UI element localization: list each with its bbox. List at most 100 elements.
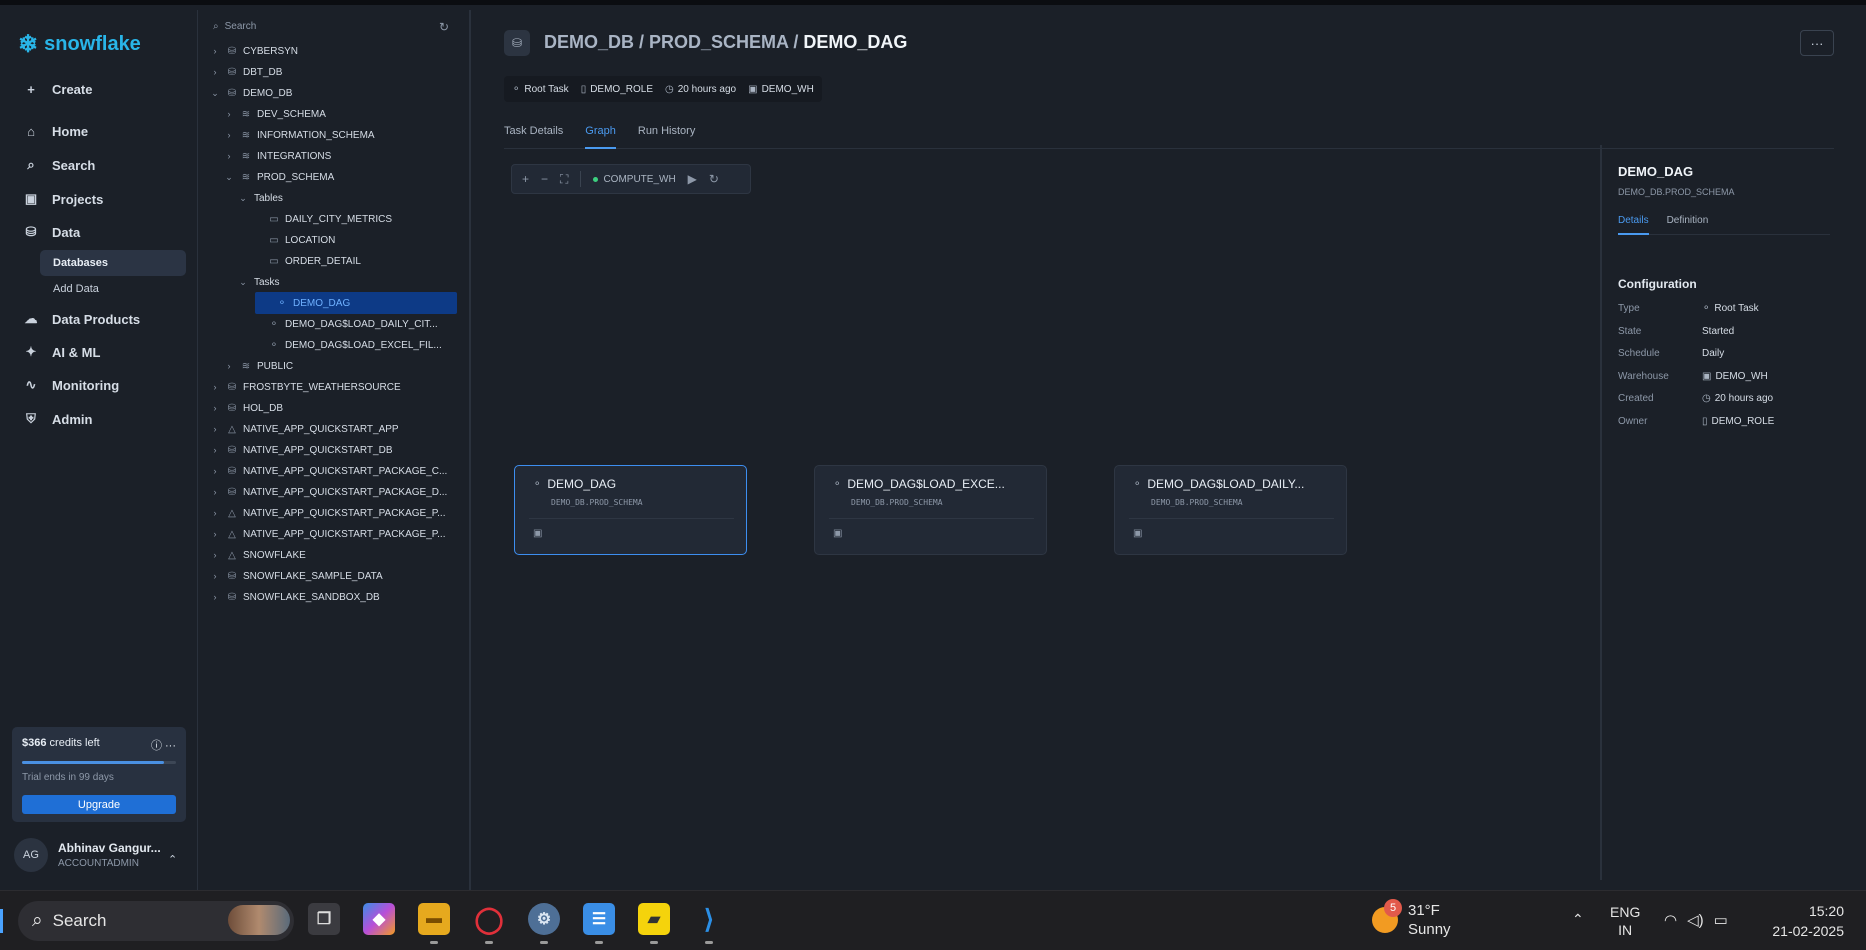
nav-ai-ml[interactable]: ✦ AI & ML [24,344,101,360]
tab-task-details[interactable]: Task Details [504,120,563,149]
file-explorer-icon[interactable]: ▬ [418,903,450,935]
tree-item[interactable]: › ⛁ FROSTBYTE_WEATHERSOURCE [209,376,401,398]
opera-browser-icon[interactable]: ◯ [473,903,505,935]
zoom-in-icon[interactable]: + [522,172,529,186]
tree-item[interactable]: › ⛁ CYBERSYN [209,40,299,62]
fit-screen-icon[interactable]: ⛶ [560,172,568,187]
settings-gear-icon[interactable]: ⚙ [528,903,560,935]
graph-node-load-daily[interactable]: ⚬ DEMO_DAG$LOAD_DAILY... DEMO_DB.PROD_SCH… [1114,465,1347,555]
chevron-down-icon[interactable]: ⌄ [209,88,221,99]
chevron-right-icon[interactable]: › [209,67,221,77]
tab-graph[interactable]: Graph [585,120,616,149]
nav-search[interactable]: ⌕ Search [24,157,95,173]
chevron-right-icon[interactable]: › [209,46,221,56]
tree-item[interactable]: › ⛁ SNOWFLAKE_SAMPLE_DATA [209,565,383,587]
chevron-up-icon[interactable]: ⌃ [1572,911,1584,928]
chevron-right-icon[interactable]: › [209,424,221,434]
meta-role[interactable]: ▯ DEMO_ROLE [581,84,653,95]
chevron-right-icon[interactable]: › [209,550,221,560]
notepad-icon[interactable]: ☰ [583,903,615,935]
tree-item[interactable]: › ≋ DEV_SCHEMA [223,103,326,125]
clock[interactable]: 15:20 21-02-2025 [1764,901,1844,941]
nav-monitoring[interactable]: ∿ Monitoring [24,377,120,393]
tree-item[interactable]: ⌄ Tasks [237,271,279,293]
chevron-right-icon[interactable]: › [209,529,221,539]
tree-item[interactable]: › ⛁ DBT_DB [209,61,283,83]
nav-projects[interactable]: ▣ Projects [24,191,103,207]
system-tray[interactable]: ◠ ◁) ▭ [1664,911,1728,929]
tree-item[interactable]: › ≋ INTEGRATIONS [223,145,332,167]
copilot-icon[interactable]: ◆ [363,903,395,935]
vscode-icon[interactable]: ⟩ [693,903,725,935]
tree-item[interactable]: ▭ DAILY_CITY_METRICS [251,208,392,230]
snowflake-logo[interactable]: ❄ snowflake [18,30,141,59]
chevron-down-icon[interactable]: ⌄ [237,193,249,204]
nav-data-products[interactable]: ☁ Data Products [24,311,141,327]
tree-item[interactable]: ▭ LOCATION [251,229,335,251]
tab-run-history[interactable]: Run History [638,120,695,149]
chevron-right-icon[interactable]: › [209,382,221,392]
tree-item[interactable]: › △ NATIVE_APP_QUICKSTART_PACKAGE_P... [209,502,446,524]
upgrade-button[interactable]: Upgrade [22,795,176,814]
chevron-right-icon[interactable]: › [223,361,235,371]
user-menu[interactable]: AG Abhinav Gangur... ACCOUNTADMIN [14,838,161,872]
tree-item[interactable]: › ⛁ HOL_DB [209,397,284,419]
more-icon[interactable]: ··· [165,740,176,752]
chevron-down-icon[interactable]: ⌄ [237,277,249,288]
tree-item[interactable]: › ≋ INFORMATION_SCHEMA [223,124,375,146]
chevron-right-icon[interactable]: › [209,466,221,476]
nav-databases[interactable]: Databases [40,250,186,276]
tree-item[interactable]: › △ SNOWFLAKE [209,544,306,566]
breadcrumb-schema[interactable]: PROD_SCHEMA [649,32,788,52]
create-button[interactable]: + Create [24,82,92,97]
tree-item[interactable]: ⌄ ≋ PROD_SCHEMA [223,166,334,188]
tree-item[interactable]: ⚬ DEMO_DAG$LOAD_DAILY_CIT... [251,313,438,335]
chevron-right-icon[interactable]: › [223,130,235,140]
tree-item[interactable]: ⚬ DEMO_DAG [255,292,457,314]
tree-item[interactable]: › △ NATIVE_APP_QUICKSTART_PACKAGE_P... [209,523,446,545]
tab-definition[interactable]: Definition [1667,215,1709,234]
meta-warehouse[interactable]: ▣ DEMO_WH [748,84,814,95]
tree-search-input[interactable]: ⌕ Search [213,21,453,32]
nav-home[interactable]: ⌂ Home [24,124,88,139]
tree-item[interactable]: ▭ ORDER_DETAIL [251,250,361,272]
warehouse-selector[interactable]: COMPUTE_WH [593,174,676,185]
sticky-notes-icon[interactable]: ▰ [638,903,670,935]
tree-item[interactable]: ⌄ Tables [237,187,283,209]
chevron-right-icon[interactable]: › [223,151,235,161]
graph-node-demo-dag[interactable]: ⚬ DEMO_DAG DEMO_DB.PROD_SCHEMA ▣ [514,465,747,555]
chevron-right-icon[interactable]: › [209,592,221,602]
info-icon[interactable]: ⓘ [151,740,162,752]
tab-details[interactable]: Details [1618,215,1649,235]
chevron-down-icon[interactable]: ⌄ [223,172,235,183]
tree-item[interactable]: › ⛁ NATIVE_APP_QUICKSTART_PACKAGE_C... [209,460,448,482]
nav-data[interactable]: ⛁ Data [24,224,81,240]
tree-item[interactable]: › ≋ PUBLIC [223,355,294,377]
search-highlight-image[interactable] [228,905,290,935]
chevron-up-icon[interactable]: ⌃ [168,853,177,866]
chevron-right-icon[interactable]: › [209,445,221,455]
tree-item[interactable]: › ⛁ SNOWFLAKE_SANDBOX_DB [209,586,380,608]
nav-admin[interactable]: ⛨ Admin [24,411,92,427]
chevron-right-icon[interactable]: › [209,508,221,518]
language-indicator[interactable]: ENG IN [1610,903,1640,939]
chevron-right-icon[interactable]: › [209,571,221,581]
refresh-icon[interactable]: ↻ [709,172,719,186]
refresh-icon[interactable]: ↻ [439,20,449,34]
tree-item[interactable]: ⚬ DEMO_DAG$LOAD_EXCEL_FIL... [251,334,442,356]
chevron-right-icon[interactable]: › [209,487,221,497]
zoom-out-icon[interactable]: − [541,172,548,186]
nav-add-data[interactable]: Add Data [40,276,186,302]
more-actions-button[interactable]: ··· [1800,30,1834,56]
chevron-right-icon[interactable]: › [223,109,235,119]
tree-item[interactable]: ⌄ ⛁ DEMO_DB [209,82,292,104]
graph-node-load-excel[interactable]: ⚬ DEMO_DAG$LOAD_EXCE... DEMO_DB.PROD_SCHE… [814,465,1047,555]
weather-widget[interactable]: 5 31°F Sunny [1372,899,1451,939]
play-icon[interactable]: ▶ [688,172,697,186]
tree-item[interactable]: › ⛁ NATIVE_APP_QUICKSTART_PACKAGE_D... [209,481,448,503]
task-view-icon[interactable]: ❐ [308,903,340,935]
breadcrumb-db[interactable]: DEMO_DB [544,32,634,52]
tree-item[interactable]: › ⛁ NATIVE_APP_QUICKSTART_DB [209,439,393,461]
tree-item[interactable]: › △ NATIVE_APP_QUICKSTART_APP [209,418,399,440]
chevron-right-icon[interactable]: › [209,403,221,413]
